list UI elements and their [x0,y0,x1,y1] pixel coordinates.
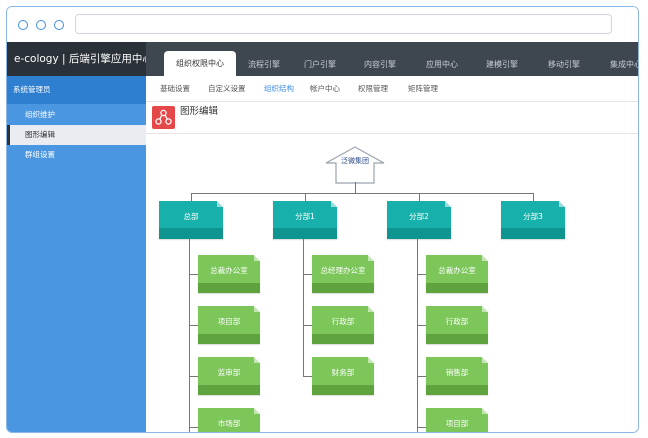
unit-node-label: 总裁办公室 [438,266,476,275]
unit-connector-2-2 [417,376,426,377]
address-bar[interactable] [75,14,612,34]
subnav-item-4[interactable]: 权限管理 [358,76,388,102]
dept-trunk-2 [417,239,418,432]
unit-connector-0-1 [189,325,198,326]
subnav-item-5[interactable]: 矩阵管理 [408,76,438,102]
subnav-item-0[interactable]: 基础设置 [160,76,190,102]
unit-node-0-3[interactable]: 市场部 [198,408,260,432]
dept-bus-line [191,193,533,194]
dept-node-label: 总部 [183,212,199,221]
unit-connector-0-0 [189,274,198,275]
sidebar-item-0[interactable]: 组织维护 [7,105,146,125]
dept-connector-1 [305,193,306,201]
root-node-label: 泛微集团 [341,157,369,165]
unit-connector-0-2 [189,376,198,377]
unit-node-label: 总经理办公室 [320,266,366,275]
unit-node-label: 项目部 [445,419,469,428]
dept-node-0[interactable]: 总部 [159,201,223,239]
tab-5[interactable]: 建模引擎 [474,53,530,76]
unit-node-label: 总裁办公室 [210,266,248,275]
subnav-item-1[interactable]: 自定义设置 [208,76,246,102]
unit-node-label: 财务部 [331,368,355,377]
unit-node-label: 销售部 [445,368,469,377]
sidebar-item-1[interactable]: 图形编辑 [7,125,146,145]
dept-connector-0 [191,193,192,201]
unit-node-1-0[interactable]: 总经理办公室 [312,255,374,293]
dept-node-1[interactable]: 分部1 [273,201,337,239]
unit-connector-2-1 [417,325,426,326]
tab-0[interactable]: 组织权限中心 [164,51,236,76]
window-minimize-dot[interactable] [36,20,46,30]
unit-node-1-2[interactable]: 财务部 [312,357,374,395]
unit-node-0-0[interactable]: 总裁办公室 [198,255,260,293]
dept-node-label: 分部2 [409,212,429,221]
unit-node-0-2[interactable]: 监审部 [198,357,260,395]
unit-connector-0-3 [189,427,198,428]
app-brand: e-cology | 后端引擎应用中心 [7,42,146,76]
page-title: 图形编辑 [180,106,219,117]
unit-connector-1-2 [303,376,312,377]
unit-node-1-1[interactable]: 行政部 [312,306,374,344]
dept-node-3[interactable]: 分部3 [501,201,565,239]
unit-node-label: 行政部 [445,317,469,326]
unit-node-2-3[interactable]: 项目部 [426,408,488,432]
tab-6[interactable]: 移动引擎 [536,53,592,76]
window-close-dot[interactable] [18,20,28,30]
unit-connector-2-0 [417,274,426,275]
dept-trunk-0 [189,239,190,432]
root-connector [355,182,356,193]
subnav-item-2[interactable]: 组织结构 [264,76,294,102]
tab-4[interactable]: 应用中心 [414,53,470,76]
sub-navigation: 基础设置 自定义设置 组织结构 帐户中心 权限管理 矩阵管理 [146,76,638,102]
unit-connector-1-0 [303,274,312,275]
sidebar-item-2[interactable]: 群组设置 [7,145,146,165]
dept-connector-3 [533,193,534,201]
unit-connector-1-1 [303,325,312,326]
dept-connector-2 [419,193,420,201]
tab-1[interactable]: 流程引擎 [236,53,292,76]
unit-connector-2-3 [417,427,426,428]
unit-node-label: 项目部 [217,317,241,326]
window-maximize-dot[interactable] [54,20,64,30]
unit-node-0-1[interactable]: 项目部 [198,306,260,344]
org-chart-canvas[interactable]: 泛微集团 总部 总裁办公室 项目部 监审部 市场部 分部1 总经理办公室 行政部 财务部 分部2 总… [146,134,638,432]
unit-node-label: 行政部 [331,317,355,326]
unit-node-label: 监审部 [217,368,241,377]
unit-node-2-1[interactable]: 行政部 [426,306,488,344]
tab-3[interactable]: 内容引擎 [352,53,408,76]
tab-7[interactable]: 集成中心 [598,53,638,76]
browser-chrome [7,7,638,42]
dept-node-2[interactable]: 分部2 [387,201,451,239]
top-tabs: 组织权限中心流程引擎门户引擎内容引擎应用中心建模引擎移动引擎集成中心 [154,42,638,76]
unit-node-label: 市场部 [217,419,241,428]
dept-trunk-1 [303,239,304,376]
tab-2[interactable]: 门户引擎 [292,53,348,76]
unit-node-2-0[interactable]: 总裁办公室 [426,255,488,293]
org-chart-icon [152,106,175,129]
page-header: 图形编辑 [146,102,638,134]
unit-node-2-2[interactable]: 销售部 [426,357,488,395]
dept-node-label: 分部3 [523,212,543,221]
sidebar: 系统管理员 组织维护 图形编辑 群组设置 [7,76,146,432]
dept-node-label: 分部1 [295,212,315,221]
browser-window: e-cology | 后端引擎应用中心 组织权限中心 流程引擎 门户引擎 内容引擎 应用… [6,6,639,433]
sidebar-header: 系统管理员 [7,76,146,104]
subnav-item-3[interactable]: 帐户中心 [310,76,340,102]
